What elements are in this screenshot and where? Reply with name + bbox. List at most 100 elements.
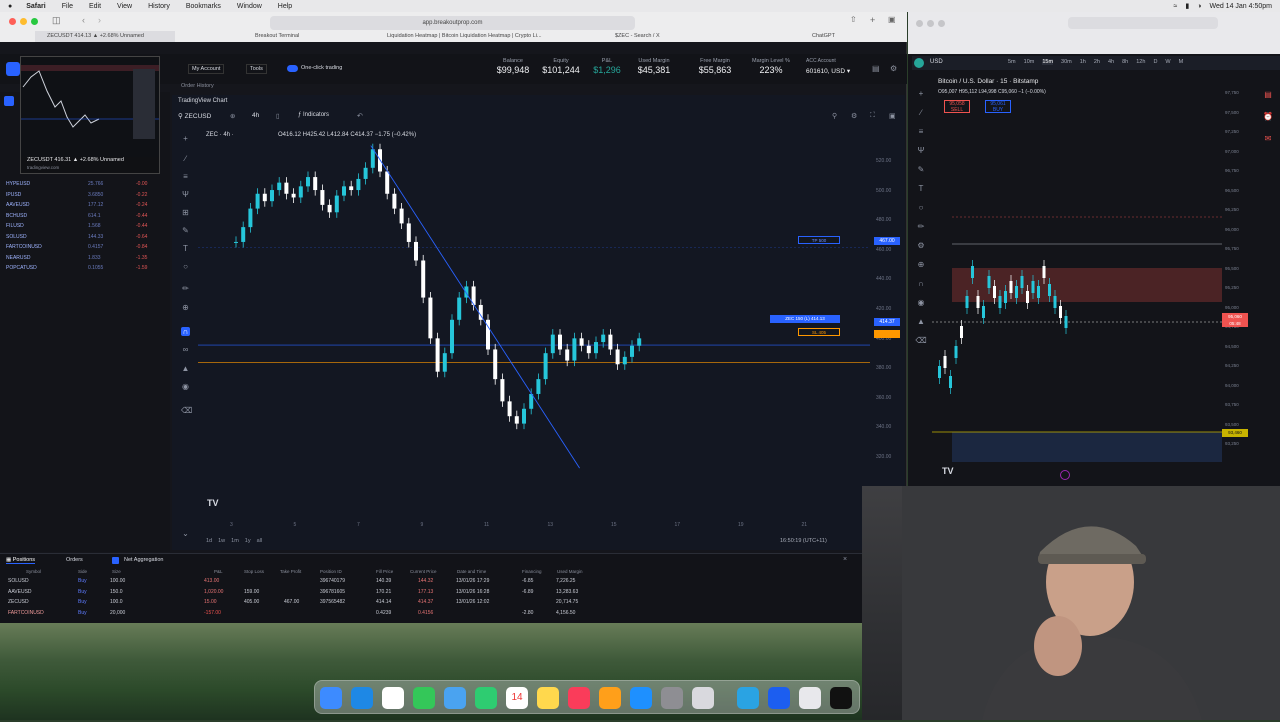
menu-window[interactable]: Window (229, 3, 270, 10)
trendline-icon[interactable]: ∕ (181, 154, 190, 163)
settings-icon[interactable]: ⚙ (890, 64, 897, 73)
browser-tab-x-search[interactable]: $ZEC - Search / X (603, 31, 713, 42)
right-symbol[interactable]: USD (930, 59, 943, 65)
zoom-window-icon[interactable] (31, 18, 38, 25)
menu-edit[interactable]: Edit (81, 3, 109, 10)
chrome-icon[interactable] (382, 687, 404, 709)
undo-icon[interactable]: ↶ (357, 112, 363, 120)
horizontal-line-icon[interactable]: ≡ (181, 172, 190, 181)
one-click-toggle[interactable] (287, 65, 298, 72)
entry-order-label[interactable]: ZEC 150 (L) 414.13 (770, 315, 840, 323)
tools-button[interactable]: Tools (246, 64, 267, 74)
battery-icon[interactable]: ▮ (1185, 2, 1189, 10)
column-header[interactable]: P&L (214, 569, 223, 574)
watchlist-row[interactable]: IPUSD 3.6850 -0.22 (6, 192, 147, 202)
price-chart[interactable] (198, 140, 870, 520)
share-icon[interactable]: ⇧ (850, 15, 857, 24)
r-trendline-icon[interactable]: ∕ (915, 103, 927, 122)
interval-6[interactable]: 4h (1108, 59, 1114, 65)
right-avatar[interactable] (914, 58, 924, 68)
menu-app-name[interactable]: Safari (18, 3, 53, 10)
eye-icon[interactable]: ◉ (181, 382, 190, 391)
notes-icon[interactable] (537, 687, 559, 709)
collapse-toolbar-icon[interactable]: ⌄ (181, 529, 190, 538)
position-cell-sl[interactable]: 159.00 (244, 589, 259, 595)
safari-icon[interactable] (351, 687, 373, 709)
r-hline-icon[interactable]: ≡ (915, 122, 927, 141)
control-center-icon[interactable]: ◑ (1197, 3, 1201, 10)
lock-drawings-icon[interactable]: ∞ (181, 345, 190, 354)
r-zoom-icon[interactable]: ⊕ (915, 255, 927, 274)
order-history-tab[interactable]: Order History (181, 83, 214, 93)
sidebar-icon[interactable]: ◫ (52, 15, 61, 26)
bar-style-icon[interactable]: ▯ (276, 112, 280, 120)
browser-tab-tradingview[interactable]: ZECUSDT 414.13 ▲ +2.68% Unnamed (35, 31, 175, 42)
minimize-window-icon[interactable] (20, 18, 27, 25)
menu-file[interactable]: File (54, 3, 81, 10)
alerts-widget-icon[interactable]: ⏰ (1262, 106, 1274, 128)
r-fork-icon[interactable]: Ψ (915, 141, 927, 160)
tab-preview-thumbnail[interactable]: ZECUSDT 416.31 ▲ +2.68% Unnamed tradingv… (20, 56, 160, 174)
column-header[interactable]: Used Margin (557, 569, 583, 574)
interval-7[interactable]: 8h (1122, 59, 1128, 65)
indicators-button[interactable]: ƒ Indicators (298, 112, 329, 118)
interval-0[interactable]: 5m (1008, 59, 1016, 65)
btc-chart[interactable] (932, 72, 1222, 482)
watchlist-row[interactable]: POPCATUSD 0.1055 -1.59 (6, 265, 147, 275)
system-settings-icon[interactable] (661, 687, 683, 709)
column-header[interactable]: Position ID (320, 569, 342, 574)
menu-bookmarks[interactable]: Bookmarks (178, 3, 229, 10)
interval-2[interactable]: 15m (1042, 59, 1054, 65)
forward-icon[interactable]: › (98, 15, 101, 25)
url-bar[interactable]: app.breakoutprop.com (270, 16, 635, 30)
music-icon[interactable] (568, 687, 590, 709)
column-header[interactable]: Stop Loss (244, 569, 264, 574)
close-panel-icon[interactable]: × (843, 556, 847, 563)
column-header[interactable]: Size (112, 569, 121, 574)
column-header[interactable]: Fill Price (376, 569, 393, 574)
tab-orders[interactable]: Orders (66, 557, 83, 563)
right-zoom-icon[interactable] (938, 20, 945, 27)
menu-help[interactable]: Help (270, 3, 300, 10)
right-close-icon[interactable] (916, 20, 923, 27)
lock-icon[interactable]: ▲ (181, 364, 190, 373)
interval-3[interactable]: 30m (1061, 59, 1072, 65)
interval-4[interactable]: 1h (1080, 59, 1086, 65)
range-1m[interactable]: 1m (231, 538, 239, 544)
column-header[interactable]: Current Price (410, 569, 437, 574)
range-1y[interactable]: 1y (245, 538, 251, 544)
textedit-icon[interactable] (799, 687, 821, 709)
column-header[interactable]: Financing (522, 569, 542, 574)
back-icon[interactable]: ‹ (82, 15, 85, 25)
magnet-icon[interactable]: ∩ (181, 327, 190, 336)
position-cell-tp[interactable]: 467.00 (284, 599, 299, 605)
r-text-icon[interactable]: T (915, 179, 927, 198)
range-all[interactable]: all (257, 538, 263, 544)
replay-icon[interactable] (1060, 470, 1070, 480)
interval-5[interactable]: 2h (1094, 59, 1100, 65)
zoom-app-icon[interactable] (768, 687, 790, 709)
zoom-icon[interactable]: ⊕ (181, 303, 190, 312)
mail-icon[interactable] (444, 687, 466, 709)
r-crosshair-icon[interactable]: + (915, 84, 927, 103)
pattern-icon[interactable]: ○ (181, 262, 190, 271)
browser-tab-chatgpt[interactable]: ChatGPT (800, 31, 890, 42)
close-window-icon[interactable] (9, 18, 16, 25)
range-1d[interactable]: 1d (206, 538, 212, 544)
column-header[interactable]: Symbol (26, 569, 41, 574)
interval-10[interactable]: W (1165, 59, 1170, 65)
watchlist-row[interactable]: SOLUSD 144.33 -0.64 (6, 234, 147, 244)
layout-icon[interactable]: ▤ (872, 64, 880, 73)
fib-icon[interactable]: ⊞ (181, 208, 190, 217)
snapshot-icon[interactable]: ▣ (889, 112, 896, 120)
fullscreen-icon[interactable]: ⛶ (870, 112, 875, 120)
trash-icon[interactable]: ⌫ (181, 406, 192, 415)
r-shape-icon[interactable]: ○ (915, 198, 927, 217)
right-minimize-icon[interactable] (927, 20, 934, 27)
preview-icon[interactable] (692, 687, 714, 709)
position-cell-sl[interactable]: 405.00 (244, 599, 259, 605)
right-url-bar[interactable] (1068, 17, 1218, 29)
text-tool-icon[interactable]: T (181, 244, 190, 253)
tab-positions[interactable]: ▦ Positions (6, 557, 36, 564)
r-lock-icon[interactable]: ▲ (915, 312, 927, 331)
